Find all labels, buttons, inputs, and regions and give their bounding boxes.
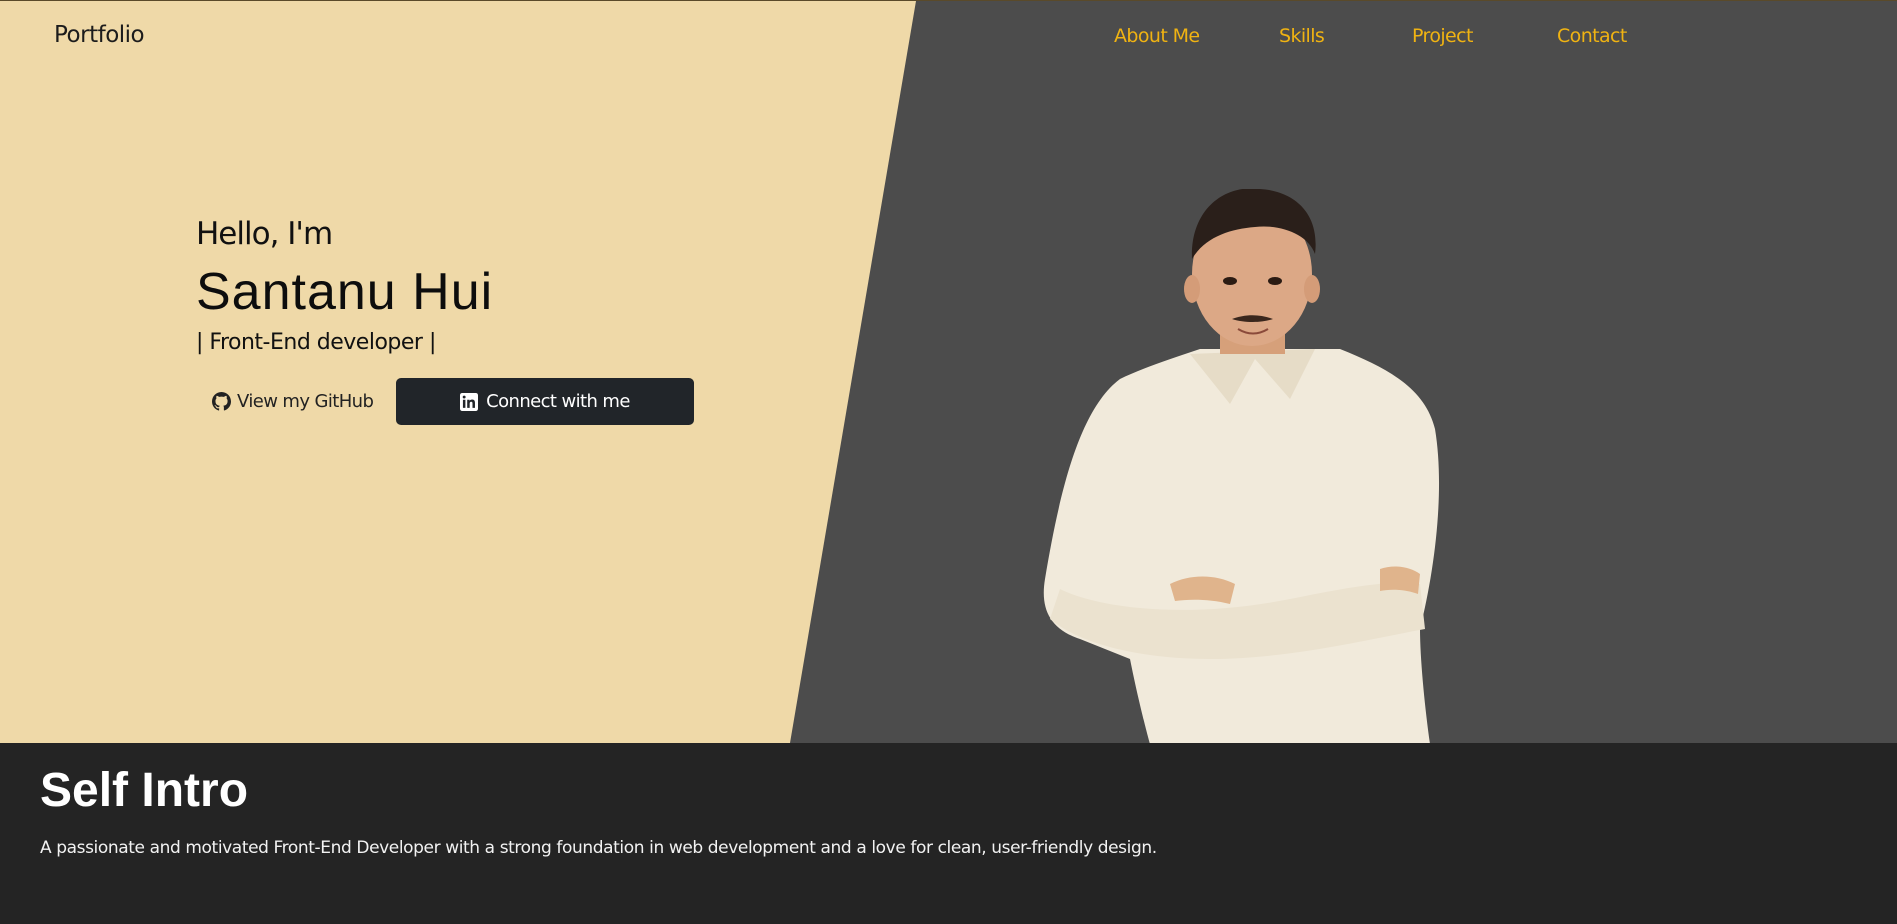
hero-buttons: View my GitHub Connect with me	[196, 378, 696, 425]
hero-background	[0, 1, 1897, 743]
main-nav: About Me Skills Project Contact	[0, 25, 1897, 55]
hero-role: | Front-End developer |	[196, 330, 436, 355]
intro-text: A passionate and motivated Front-End Dev…	[40, 838, 1157, 858]
self-intro-section: Self Intro A passionate and motivated Fr…	[0, 743, 1897, 924]
profile-photo	[1043, 189, 1440, 743]
linkedin-button-label: Connect with me	[486, 391, 630, 412]
hero-intro: Hello, I'm Santanu Hui | Front-End devel…	[196, 216, 493, 355]
github-button-label: View my GitHub	[237, 391, 374, 412]
nav-skills[interactable]: Skills	[1279, 25, 1325, 47]
hero-section: Portfolio About Me Skills Project Contac…	[0, 0, 1897, 743]
nav-about-me[interactable]: About Me	[1114, 25, 1200, 47]
linkedin-button[interactable]: Connect with me	[396, 378, 694, 425]
github-button[interactable]: View my GitHub	[212, 391, 374, 412]
greeting: Hello, I'm	[196, 216, 333, 252]
hero-name: Santanu Hui	[196, 263, 494, 321]
nav-contact[interactable]: Contact	[1557, 25, 1627, 47]
linkedin-icon	[460, 392, 479, 411]
github-icon	[212, 392, 231, 411]
section-title: Self Intro	[40, 764, 249, 817]
nav-project[interactable]: Project	[1412, 25, 1473, 47]
